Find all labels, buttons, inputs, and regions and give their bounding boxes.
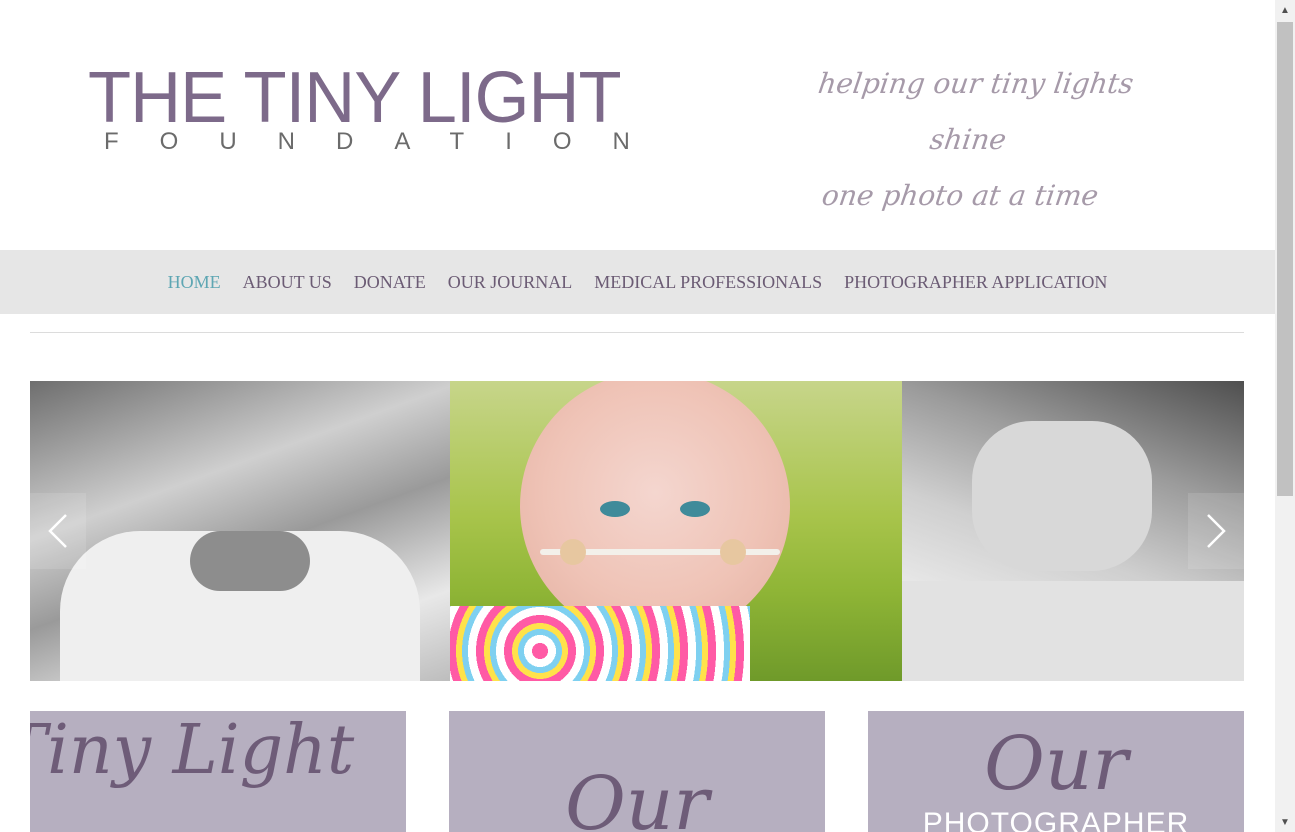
nav-about-us[interactable]: ABOUT US — [243, 272, 332, 293]
nav-photographer-application[interactable]: PHOTOGRAPHER APPLICATION — [844, 272, 1107, 293]
nav-home[interactable]: HOME — [168, 272, 221, 293]
logo-title: THE TINY LIGHT — [88, 58, 622, 138]
scrollbar-thumb[interactable] — [1277, 22, 1293, 496]
nav-donate[interactable]: DONATE — [354, 272, 426, 293]
slide-2-dress — [450, 606, 750, 681]
chevron-left-icon — [48, 514, 67, 548]
scroll-down-arrow-icon[interactable]: ▼ — [1275, 812, 1295, 832]
site-logo[interactable]: THE TINY LIGHT FOUNDATION — [88, 58, 668, 155]
scroll-up-arrow-icon[interactable]: ▲ — [1275, 0, 1295, 20]
slide-3-blanket — [902, 581, 1244, 681]
feature-tile-our[interactable]: Our — [449, 711, 825, 832]
divider — [30, 332, 1244, 333]
logo-subtitle: FOUNDATION — [104, 128, 671, 155]
tagline: helping our tiny lights shine one photo … — [766, 56, 1170, 224]
slide-2-eye-left — [600, 501, 630, 517]
photo-slider — [30, 381, 1244, 681]
slide-2-tape-right — [720, 539, 746, 565]
slide-2-eye-right — [680, 501, 710, 517]
tile-1-script: Tiny Light — [30, 711, 355, 790]
main-navigation: HOME ABOUT US DONATE OUR JOURNAL MEDICAL… — [0, 250, 1275, 314]
feature-tile-our-photographer[interactable]: Our PHOTOGRAPHER — [868, 711, 1244, 832]
feature-tile-tiny-light[interactable]: Tiny Light — [30, 711, 406, 832]
slide-image-baby — [450, 381, 902, 681]
tagline-line-1: helping our tiny lights shine — [816, 67, 1136, 156]
page: THE TINY LIGHT FOUNDATION helping our ti… — [0, 0, 1275, 832]
slide-image-hands — [30, 381, 450, 681]
chevron-right-icon — [1207, 514, 1226, 548]
tile-3-caps: PHOTOGRAPHER — [922, 807, 1190, 832]
slide-1-hand-shape — [190, 531, 310, 591]
nav-medical-professionals[interactable]: MEDICAL PROFESSIONALS — [594, 272, 822, 293]
tile-2-script: Our — [565, 761, 709, 832]
tagline-line-2: one photo at a time — [819, 179, 1101, 212]
slide-3-hand-shape — [972, 421, 1152, 571]
slide-2-tape-left — [560, 539, 586, 565]
slider-next-button[interactable] — [1188, 493, 1244, 569]
tile-3-script: Our — [984, 721, 1128, 807]
vertical-scrollbar[interactable]: ▲ ▼ — [1275, 0, 1295, 832]
nav-our-journal[interactable]: OUR JOURNAL — [448, 272, 573, 293]
slide-2-face-shape — [520, 381, 790, 641]
slider-prev-button[interactable] — [30, 493, 86, 569]
